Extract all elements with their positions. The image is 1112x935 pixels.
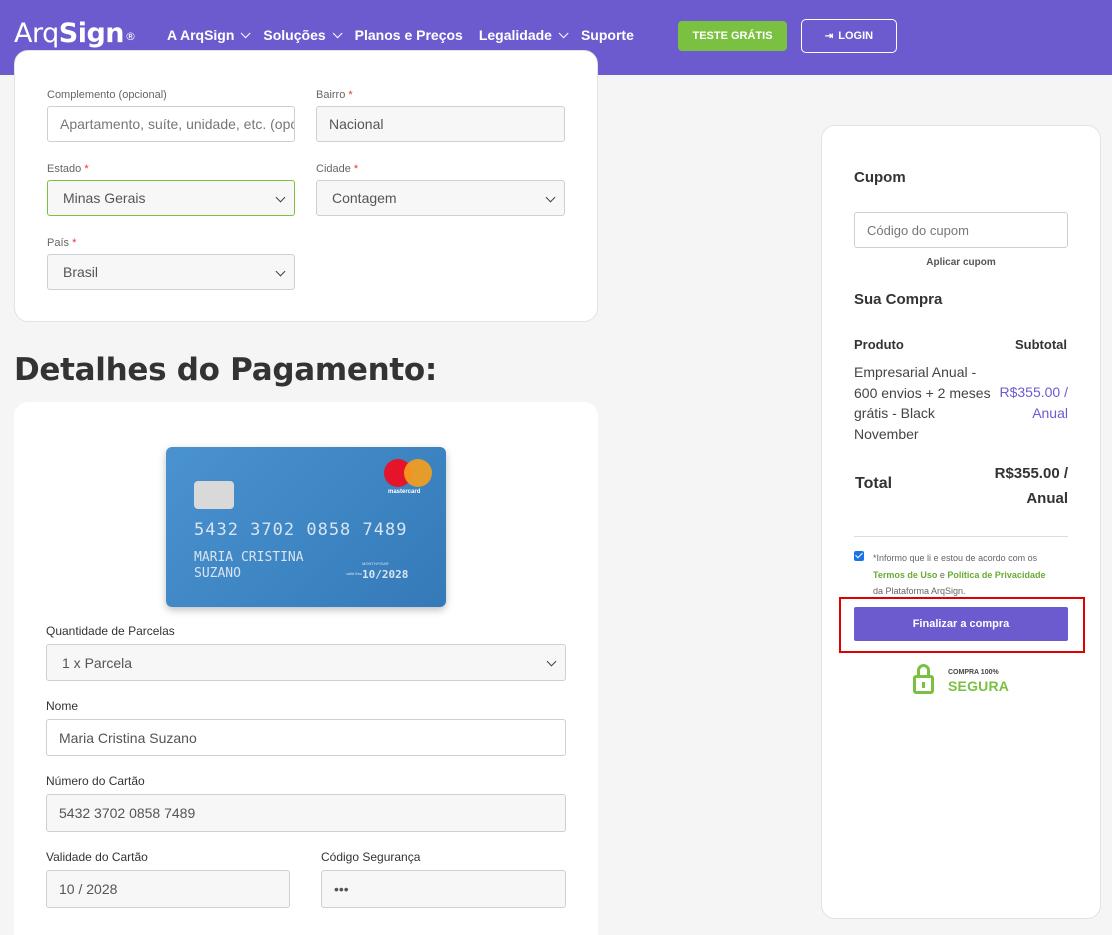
estado-label-text: Estado	[47, 163, 82, 175]
expiry-value: 10 / 2028	[59, 881, 118, 897]
chevron-down-icon	[275, 266, 286, 277]
cvv-value: •••	[334, 881, 349, 897]
apply-coupon-link[interactable]: Aplicar cupom	[854, 257, 1068, 268]
installments-value: 1 x Parcela	[62, 654, 133, 671]
lock-keyhole-icon	[922, 682, 925, 688]
card-number-value: 5432 3702 0858 7489	[59, 805, 196, 821]
terms-checkbox[interactable]	[854, 551, 864, 561]
card-chip-icon	[194, 481, 234, 509]
total-label: Total	[855, 475, 893, 492]
terms-and: e	[939, 569, 945, 580]
installments-label: Quantidade de Parcelas	[46, 624, 175, 638]
estado-value: Minas Gerais	[63, 190, 146, 206]
chevron-down-icon	[241, 27, 251, 38]
credit-card-preview: mastercard 5432 3702 0858 7489 MARIA CRI…	[166, 447, 446, 607]
terms-of-use-link[interactable]: Termos de Uso	[873, 570, 937, 580]
name-value: Maria Cristina Suzano	[59, 729, 197, 746]
pais-label-text: País	[47, 237, 70, 249]
purchase-title: Sua Compra	[854, 291, 943, 308]
bairro-label-text: Bairro	[316, 89, 346, 101]
free-trial-button[interactable]: TESTE GRÁTIS	[678, 21, 787, 51]
card-preview-holder: MARIA CRISTINA SUZANO	[194, 550, 304, 581]
arqsign-logo[interactable]: ArqSign®	[14, 18, 136, 49]
coupon-input[interactable]: Código do cupom	[854, 212, 1068, 248]
cvv-label: Código Segurança	[321, 850, 421, 864]
cidade-label: Cidade *	[316, 163, 358, 175]
login-label: LOGIN	[838, 30, 874, 42]
secure-line2: SEGURA	[948, 678, 1010, 694]
payment-details-title: Detalhes do Pagamento:	[14, 352, 437, 388]
complemento-input[interactable]: Apartamento, suíte, unidade, etc. (opcio…	[47, 106, 295, 142]
product-name: Empresarial Anual - 600 envios + 2 meses…	[854, 364, 991, 442]
pais-value: Brasil	[63, 264, 99, 280]
pais-select[interactable]: Brasil	[47, 254, 295, 290]
chevron-down-icon	[275, 192, 286, 203]
expiry-label: Validade do Cartão	[46, 850, 148, 864]
bairro-value: Nacional	[329, 116, 384, 132]
secure-purchase-badge: COMPRA 100% SEGURA	[912, 663, 1022, 697]
nav-solucoes[interactable]: Soluções	[263, 27, 343, 43]
pais-label: País *	[47, 237, 76, 249]
required-marker: *	[353, 163, 359, 175]
terms-prefix: *Informo que li e estou de acordo com os	[873, 553, 1038, 563]
cidade-select[interactable]: Contagem	[316, 180, 565, 216]
registered-mark: ®	[125, 30, 136, 43]
estado-label: Estado *	[47, 163, 89, 175]
card-number-label: Número do Cartão	[46, 774, 145, 788]
main-nav: A ArqSign Soluções Planos e Preços Legal…	[167, 27, 650, 43]
login-icon: ⇥	[824, 30, 834, 42]
bairro-label: Bairro *	[316, 89, 353, 101]
login-button[interactable]: ⇥ LOGIN	[801, 19, 897, 53]
estado-select[interactable]: Minas Gerais	[47, 180, 295, 216]
cvv-input[interactable]: •••	[321, 870, 566, 908]
total-value: R$355.00 / Anual	[994, 465, 1068, 507]
bairro-input[interactable]: Nacional	[316, 106, 565, 142]
coupon-placeholder: Código do cupom	[867, 222, 969, 238]
terms-suffix: da Plataforma ArqSign.	[873, 586, 966, 596]
card-preview-expiry: 10/2028	[362, 568, 409, 581]
name-label: Nome	[46, 699, 79, 713]
coupon-title: Cupom	[854, 169, 906, 186]
logo-text-sign: Sign	[58, 18, 125, 49]
nav-a-arqsign[interactable]: A ArqSign	[167, 27, 251, 43]
chevron-down-icon	[558, 27, 569, 38]
logo-text-arq: Arq	[14, 18, 59, 49]
expiry-input[interactable]: 10 / 2028	[46, 870, 290, 908]
privacy-policy-link[interactable]: Política de Privacidade	[947, 570, 1045, 580]
card-brand: mastercard	[388, 489, 421, 495]
name-input[interactable]: Maria Cristina Suzano	[46, 719, 566, 756]
terms-text: *Informo que li e estou de acordo com os…	[873, 550, 1073, 600]
card-preview-month-year: MONTH/YEAR	[362, 561, 389, 566]
required-marker: *	[72, 237, 77, 249]
product-price: R$355.00 / Anual	[999, 384, 1069, 421]
nav-legalidade[interactable]: Legalidade	[478, 27, 569, 43]
required-marker: *	[348, 89, 353, 101]
nav-label: Soluções	[263, 27, 326, 43]
cidade-value: Contagem	[332, 190, 397, 206]
divider	[854, 536, 1068, 537]
card-preview-valid-thru: valid thru	[346, 571, 363, 576]
nav-label: Suporte	[580, 27, 634, 43]
card-number-input[interactable]: 5432 3702 0858 7489	[46, 794, 566, 832]
complemento-label-text: Complemento (opcional)	[47, 89, 167, 101]
chevron-down-icon	[545, 192, 556, 203]
required-marker: *	[84, 163, 89, 175]
chevron-down-icon	[546, 656, 557, 667]
finalize-purchase-button[interactable]: Finalizar a compra	[854, 607, 1068, 641]
nav-label: A ArqSign	[167, 27, 235, 43]
complemento-placeholder: Apartamento, suíte, unidade, etc. (opcio…	[60, 116, 294, 132]
chevron-down-icon	[332, 27, 343, 38]
installments-select[interactable]: 1 x Parcela	[46, 644, 566, 681]
cidade-label-text: Cidade	[316, 163, 351, 175]
nav-planos-precos[interactable]: Planos e Preços	[355, 27, 463, 43]
subtotal-column-header: Subtotal	[1015, 337, 1067, 352]
mastercard-logo-icon-overlap	[404, 459, 432, 487]
nav-label: Planos e Preços	[354, 27, 463, 43]
product-column-header: Produto	[854, 337, 904, 352]
complemento-label: Complemento (opcional)	[47, 89, 167, 101]
nav-suporte[interactable]: Suporte	[581, 27, 634, 43]
nav-label: Legalidade	[478, 27, 552, 43]
card-preview-number: 5432 3702 0858 7489	[194, 520, 408, 540]
secure-line1: COMPRA 100%	[948, 669, 999, 676]
